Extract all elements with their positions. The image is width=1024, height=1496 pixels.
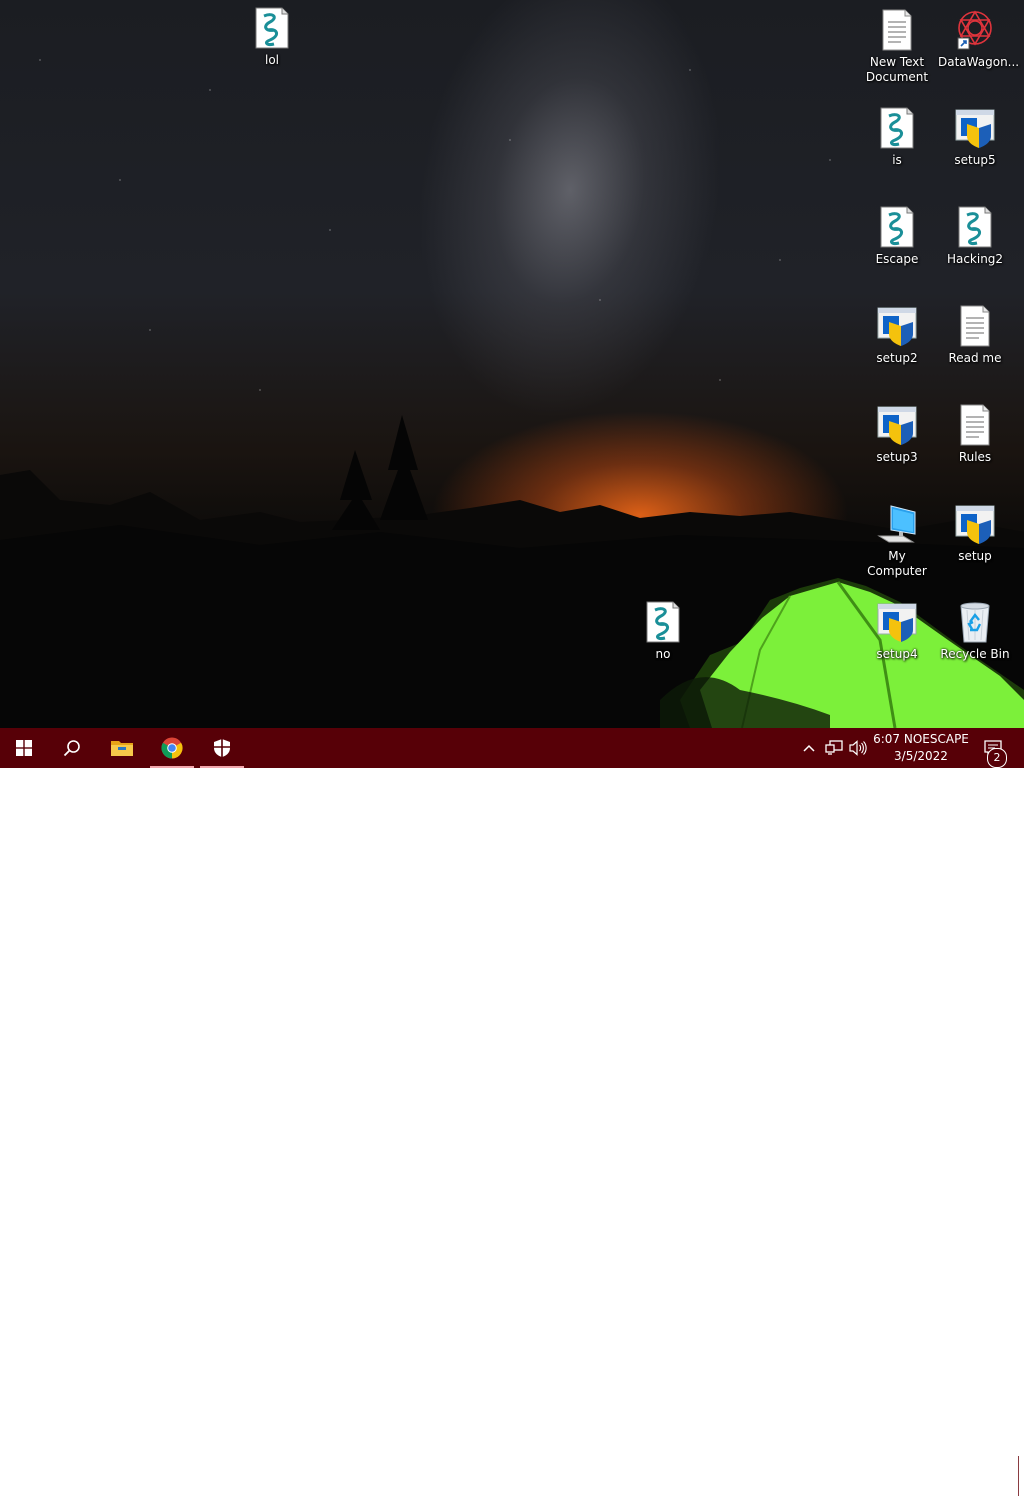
desktop-icon-escape[interactable]: Escape [859,205,935,267]
show-hidden-icons-button[interactable] [799,728,819,768]
desktop-icon-setup3[interactable]: setup3 [859,403,935,465]
script-icon [643,600,683,644]
volume-icon [849,740,867,756]
clock[interactable]: 6:07 NOESCAPE 3/5/2022 [866,731,976,765]
chrome-icon [161,737,183,759]
file-explorer-button[interactable] [98,728,146,768]
search-icon [63,740,80,757]
windows-security-icon [214,739,230,757]
taskbar: 6:07 NOESCAPE 3/5/2022 [0,728,1024,1496]
recycle-bin-icon [955,600,995,644]
installer-icon [877,600,917,644]
desktop-icon-my-computer[interactable]: My Computer [859,502,935,579]
desktop-icon-datawagon[interactable]: DataWagon... [937,8,1019,70]
desktop-icon-read-me[interactable]: Read me [937,304,1013,366]
clock-date: 3/5/2022 [894,749,948,763]
file-explorer-icon [111,741,133,756]
windows-start-icon [16,740,32,756]
windows-security-taskbar-button[interactable] [198,728,246,768]
start-button[interactable] [0,728,48,768]
desktop-icon-setup5[interactable]: setup5 [937,106,1013,168]
script-icon [252,6,292,50]
desktop-icon-hacking2[interactable]: Hacking2 [937,205,1013,267]
desktop-icon-rules[interactable]: Rules [937,403,1013,465]
desktop-icon-setup4[interactable]: setup4 [859,600,935,662]
script-icon [877,205,917,249]
network-tray-button[interactable] [822,728,846,768]
chevron-up-icon [803,744,815,752]
notification-count-badge: 2 [987,748,1007,768]
script-icon [877,106,917,150]
show-desktop-button[interactable] [1018,1456,1024,1496]
desktop[interactable]: lol New Text Document DataWagon... is se… [0,0,1024,728]
text-document-icon [955,304,995,348]
desktop-icon-is[interactable]: is [859,106,935,168]
desktop-icon-no[interactable]: no [625,600,701,662]
network-icon [825,740,843,755]
installer-icon [955,106,995,150]
chrome-taskbar-button[interactable] [148,728,196,768]
text-document-icon [877,8,917,52]
script-icon [955,205,995,249]
desktop-icon-recycle-bin[interactable]: Recycle Bin [937,600,1013,662]
clock-time: 6:07 NOESCAPE [873,732,969,746]
computer-icon [877,502,917,546]
installer-icon [877,304,917,348]
datawagon-shortcut-icon [955,8,995,52]
installer-icon [877,403,917,447]
installer-icon [955,502,995,546]
desktop-icon-setup2[interactable]: setup2 [859,304,935,366]
text-document-icon [955,403,995,447]
search-button[interactable] [48,728,96,768]
desktop-icon-new-text-document[interactable]: New Text Document [859,8,935,85]
desktop-icon-lol[interactable]: lol [234,6,310,68]
desktop-icon-setup[interactable]: setup [937,502,1013,564]
